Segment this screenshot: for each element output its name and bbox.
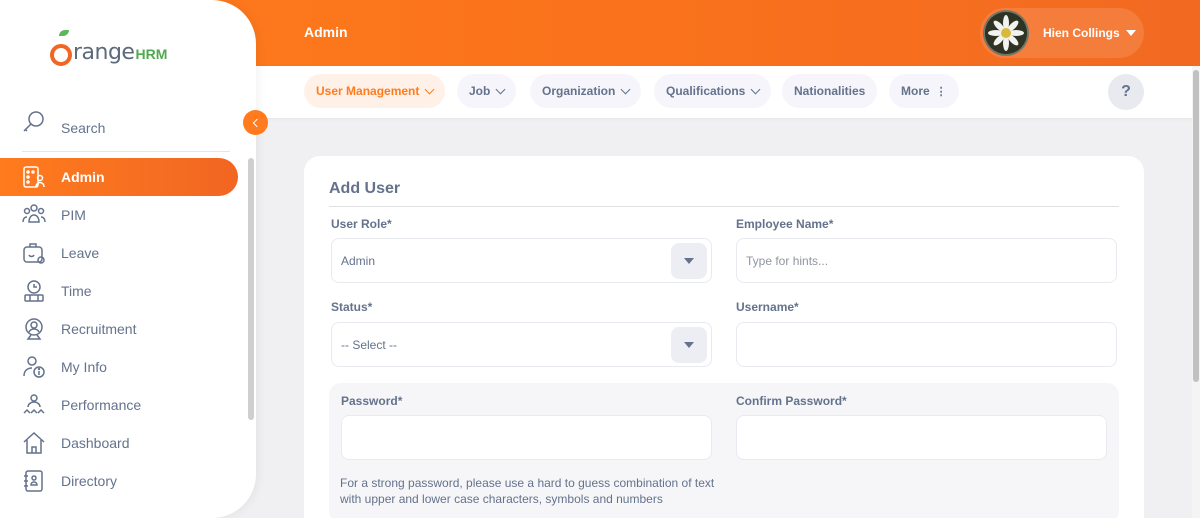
caret-down-icon[interactable] xyxy=(1125,30,1136,36)
sidebar-item-performance[interactable]: Performance xyxy=(0,386,238,424)
confirm-password-input[interactable] xyxy=(736,415,1107,460)
pim-icon xyxy=(22,204,46,223)
tab-label: Nationalities xyxy=(794,84,866,98)
sidebar-item-my-info[interactable]: My Info xyxy=(0,348,238,386)
tab-label: Job xyxy=(469,84,491,98)
user-dropdown[interactable]: Hien Collings xyxy=(980,8,1144,58)
search-icon xyxy=(23,111,44,132)
username-label: Username* xyxy=(736,300,799,314)
admin-icon xyxy=(23,166,45,188)
sidebar-search[interactable]: Search xyxy=(22,110,230,152)
status-select[interactable]: -- Select -- xyxy=(331,322,712,367)
sidebar-item-label: Performance xyxy=(61,397,142,413)
sidebar: range HRM Search Admin PIM Leave Time Re… xyxy=(0,0,256,518)
add-user-card: Add User User Role* Admin Employee Name*… xyxy=(304,156,1144,518)
chevron-down-icon xyxy=(495,84,506,94)
caret-down-icon xyxy=(684,342,694,348)
employee-name-input[interactable]: Type for hints... xyxy=(736,238,1117,283)
sidebar-item-label: Admin xyxy=(61,169,105,185)
username-input[interactable] xyxy=(736,322,1117,367)
tab-label: More xyxy=(901,84,930,98)
sidebar-item-recruitment[interactable]: Recruitment xyxy=(0,310,238,348)
help-button[interactable]: ? xyxy=(1108,74,1144,110)
sidebar-item-label: Leave xyxy=(61,245,100,261)
sidebar-item-label: PIM xyxy=(61,207,86,223)
tab-job[interactable]: Job xyxy=(457,74,517,108)
confirm-password-label: Confirm Password* xyxy=(736,394,847,408)
sidebar-item-label: My Info xyxy=(61,359,107,375)
caret-down-icon xyxy=(684,258,694,264)
sidebar-item-label: Directory xyxy=(61,473,118,489)
sidebar-scrollbar[interactable] xyxy=(248,158,254,420)
password-input[interactable] xyxy=(341,415,712,460)
my-info-icon xyxy=(23,356,45,378)
tab-label: Organization xyxy=(542,84,616,98)
orangehrm-logo[interactable]: range HRM xyxy=(50,30,168,66)
directory-icon xyxy=(24,470,43,492)
avatar[interactable] xyxy=(983,10,1029,56)
time-icon xyxy=(24,280,44,302)
user-role-value: Admin xyxy=(341,253,376,268)
top-nav: User Management Job Organization Qualifi… xyxy=(256,66,1192,118)
sidebar-item-leave[interactable]: Leave xyxy=(0,234,238,272)
leave-icon xyxy=(23,243,45,264)
logo-o-mark xyxy=(50,44,72,66)
dropdown-button[interactable] xyxy=(671,327,707,363)
page-scrollbar-thumb[interactable] xyxy=(1193,70,1199,382)
password-hint: For a strong password, please use a hard… xyxy=(340,476,715,506)
sidebar-item-label: Time xyxy=(61,283,92,299)
dropdown-button[interactable] xyxy=(671,243,707,279)
user-role-select[interactable]: Admin xyxy=(331,238,712,283)
chevron-down-icon xyxy=(424,84,435,94)
form-title: Add User xyxy=(329,180,401,197)
chevron-down-icon xyxy=(750,84,761,94)
tab-more[interactable]: More ⋮ xyxy=(889,74,959,108)
chevron-down-icon xyxy=(620,84,631,94)
dashboard-icon xyxy=(23,431,45,454)
tab-label: User Management xyxy=(316,84,420,98)
logo-hrm: HRM xyxy=(135,46,168,62)
password-label: Password* xyxy=(341,394,403,408)
sidebar-item-time[interactable]: Time xyxy=(0,272,238,310)
tab-label: Qualifications xyxy=(666,84,746,98)
sidebar-item-label: Recruitment xyxy=(61,321,137,337)
sidebar-item-admin[interactable]: Admin xyxy=(0,158,238,196)
sidebar-collapse-button[interactable] xyxy=(243,110,268,135)
tab-qualifications[interactable]: Qualifications xyxy=(654,74,772,108)
more-dots-icon: ⋮ xyxy=(935,85,947,98)
logo-text: range xyxy=(73,40,135,65)
chevron-left-icon xyxy=(252,118,261,127)
performance-icon xyxy=(23,394,45,414)
sidebar-item-label: Dashboard xyxy=(61,435,130,451)
divider xyxy=(329,206,1119,207)
employee-name-label: Employee Name* xyxy=(736,217,834,231)
status-label: Status* xyxy=(331,300,373,314)
tab-organization[interactable]: Organization xyxy=(530,74,642,108)
sidebar-item-directory[interactable]: Directory xyxy=(0,462,238,500)
tab-nationalities[interactable]: Nationalities xyxy=(782,74,878,108)
page-title: Admin xyxy=(304,24,348,40)
sidebar-item-dashboard[interactable]: Dashboard xyxy=(0,424,238,462)
sidebar-item-pim[interactable]: PIM xyxy=(0,196,238,234)
user-role-label: User Role* xyxy=(331,217,392,231)
search-label: Search xyxy=(61,120,106,136)
user-name[interactable]: Hien Collings xyxy=(1043,26,1120,40)
tab-user-management[interactable]: User Management xyxy=(304,74,446,108)
status-value: -- Select -- xyxy=(341,337,398,352)
recruitment-icon xyxy=(25,318,43,340)
employee-name-placeholder: Type for hints... xyxy=(746,253,829,268)
